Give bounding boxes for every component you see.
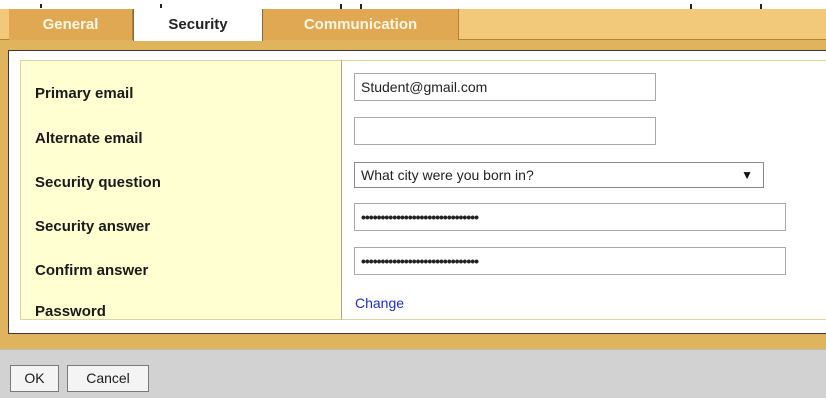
alternate-email-label: Alternate email — [35, 130, 143, 147]
password-label: Password — [35, 303, 106, 320]
value-column: Student@gmail.com What city were you bor… — [342, 60, 826, 320]
security-answer-label: Security answer — [35, 218, 151, 235]
security-answer-field[interactable]: •••••••••••••••••••••••••••••• — [354, 203, 786, 231]
button-bar: OK Cancel — [0, 349, 826, 398]
cropped-text-glyphs — [40, 4, 762, 9]
cropped-text-strip — [0, 0, 826, 9]
change-password-link[interactable]: Change — [355, 295, 404, 311]
security-question-select[interactable]: What city were you born in? ▼ — [354, 162, 764, 188]
security-question-label: Security question — [35, 174, 161, 191]
security-form: Primary email Alternate email Security q… — [8, 50, 826, 334]
confirm-answer-label: Confirm answer — [35, 262, 149, 279]
primary-email-field[interactable]: Student@gmail.com — [354, 73, 656, 101]
tab-communication[interactable]: Communication — [263, 9, 459, 40]
alternate-email-field[interactable] — [354, 117, 656, 145]
primary-email-label: Primary email — [35, 85, 134, 102]
dropdown-arrow-icon: ▼ — [741, 168, 753, 182]
tab-general[interactable]: General — [9, 9, 133, 40]
label-column: Primary email Alternate email Security q… — [20, 60, 342, 320]
tab-bar: General Security Communication — [0, 9, 826, 41]
cancel-button[interactable]: Cancel — [67, 365, 149, 392]
security-question-value: What city were you born in? — [361, 167, 534, 183]
tab-security[interactable]: Security — [133, 9, 263, 41]
ok-button[interactable]: OK — [10, 365, 59, 392]
settings-panel: General Security Communication Primary e… — [0, 9, 826, 349]
confirm-answer-field[interactable]: •••••••••••••••••••••••••••••• — [354, 247, 786, 275]
